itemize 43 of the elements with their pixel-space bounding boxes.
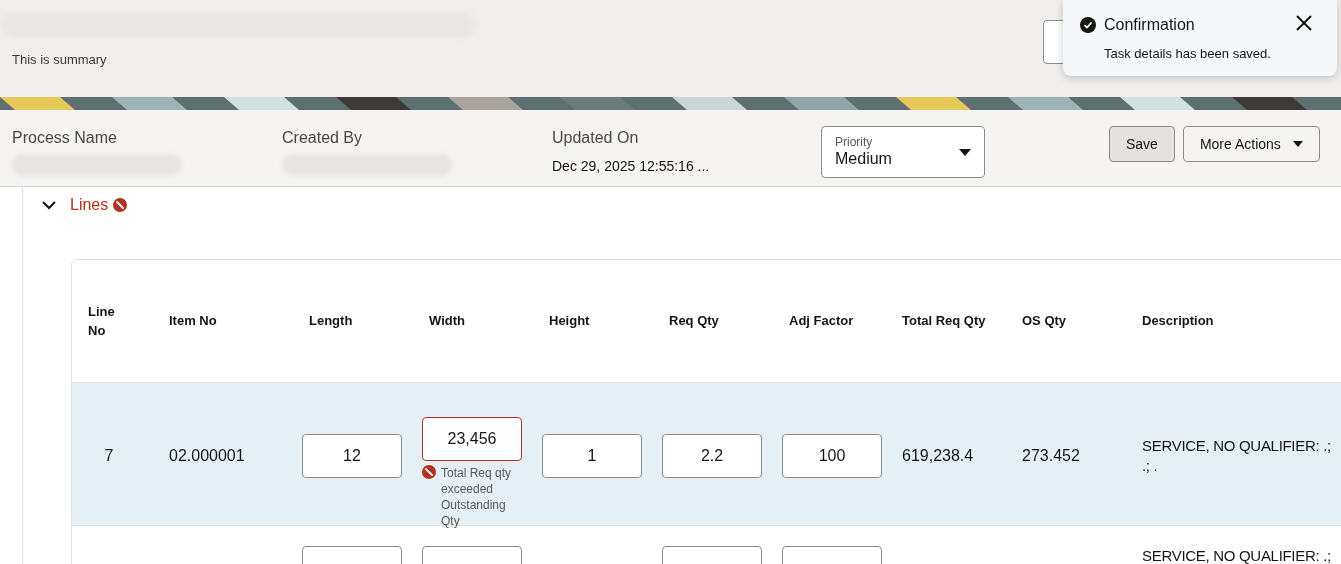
check-circle-icon [1080,17,1096,33]
caret-icon [959,148,971,156]
table-cell-text: SERVICE, NO QUALIFIER: .; .; . [1142,436,1332,476]
input-field[interactable]: 2.2 [662,434,762,478]
table-cell-text: 619,238.4 [902,446,975,466]
save-button[interactable]: Save [1109,126,1175,162]
more-actions-button[interactable]: More Actions [1182,126,1320,162]
summary-text: This is summary [12,51,107,69]
field-value: Dec 29, 2025 12:55:16 ... [552,157,710,176]
toast-title: Confirmation [1104,15,1195,35]
column-header: Width [429,312,466,331]
input-field[interactable]: 12 [302,434,402,478]
column-header: OS Qty [1022,312,1068,331]
select-label: Priority [835,135,874,149]
close-button[interactable] [1295,14,1313,32]
table-cell-text: 7 [103,446,115,466]
error-message: Total Req qty exceeded Outstanding Qty [441,465,513,529]
chevron-down-icon[interactable] [42,199,56,211]
column-header: Total Req Qty [902,312,987,331]
column-header: Description [1142,312,1215,331]
caret-icon [1292,141,1303,147]
input-field[interactable]: 100 [782,434,882,478]
table-cell-text: SERVICE, NO QUALIFIER: .; [1142,546,1332,564]
input-field[interactable]: 1 [542,434,642,478]
close-icon [1296,15,1312,31]
field-label: Created By [282,128,364,148]
table-cell-text: 02.000001 [169,446,246,466]
column-header: Adj Factor [789,312,855,331]
column-header: Height [549,312,591,331]
column-header: Length [309,312,354,331]
input-field[interactable]: 23,456 [422,417,522,461]
priority-select[interactable]: Priority Medium [821,126,985,178]
error-icon [422,465,436,479]
column-header: Req Qty [669,312,720,331]
toast-message: Task details has been saved. [1104,45,1271,63]
select-value: Medium [835,149,893,169]
table-row[interactable]: 7 02.000001 12 23,456 Total Req qty exceeded Outstanding Qty 1 2.2 100 619,238.4 273.452 SERVICE, NO QUALIFIER: .; .; . [72,383,1341,526]
column-header: Item No [169,312,218,331]
column-header: Line No [88,302,116,340]
section-title[interactable]: Lines [70,193,109,217]
table-cell-text: 273.452 [1022,446,1081,466]
field-label: Process Name [12,128,118,148]
field-label: Updated On [552,128,640,148]
